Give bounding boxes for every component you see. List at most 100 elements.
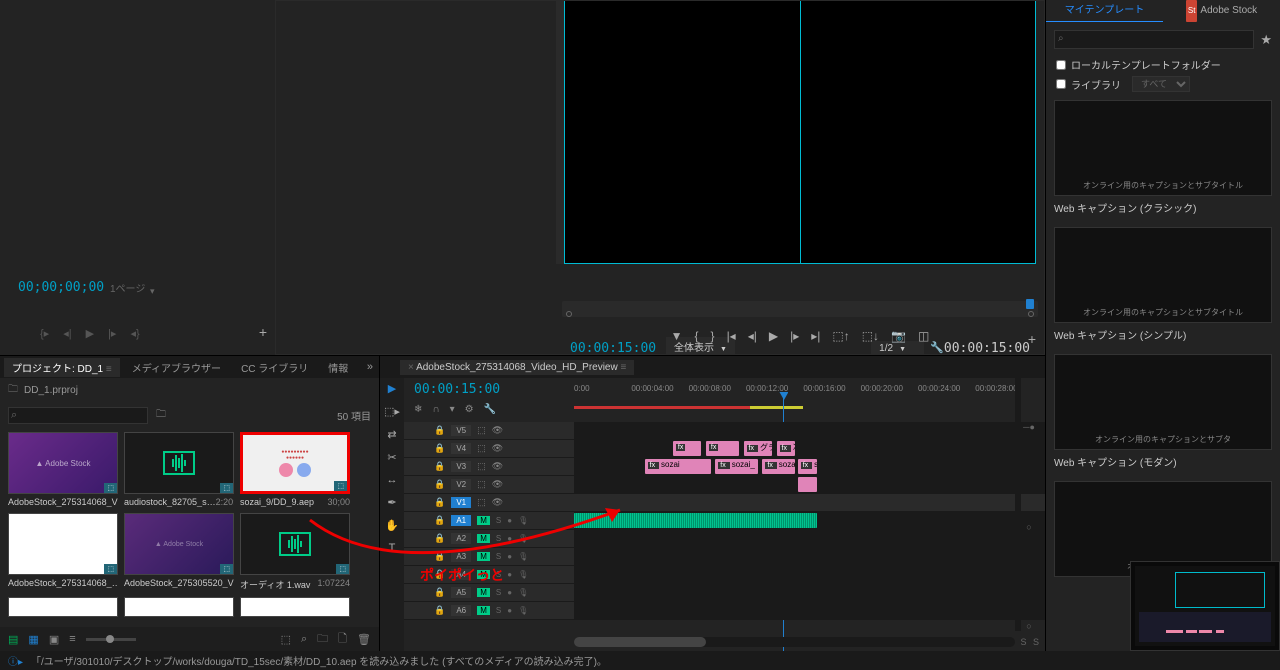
- solo-button[interactable]: S: [496, 570, 501, 579]
- clip[interactable]: sozai_9: [798, 459, 817, 474]
- add-button-icon[interactable]: +: [259, 324, 267, 340]
- export-frame-icon[interactable]: 📷: [891, 329, 906, 343]
- solo-button[interactable]: S: [496, 534, 501, 543]
- program-timeline-ruler[interactable]: [562, 301, 1038, 317]
- track-header[interactable]: 🔒A5MS●🎙: [404, 584, 574, 601]
- project-item[interactable]: ▲ Adobe Stock⬚AdobeStock_275305520_V…20:…: [124, 513, 234, 591]
- source-timecode[interactable]: 00;00;00;00: [18, 280, 104, 295]
- clip[interactable]: [798, 477, 817, 492]
- track-label[interactable]: A2: [451, 533, 471, 544]
- in-point-handle[interactable]: [566, 311, 572, 317]
- timeline-ruler[interactable]: 0:0000:00:04:0000:00:08:0000:00:12:0000:…: [574, 384, 1015, 416]
- track-lane[interactable]: [574, 548, 1045, 565]
- program-canvas[interactable]: [564, 1, 1036, 264]
- bin-icon[interactable]: 🗀: [8, 382, 18, 399]
- toggle-output-icon[interactable]: 👁: [492, 425, 503, 436]
- clip[interactable]: [574, 513, 817, 528]
- track-lane[interactable]: [574, 476, 1045, 493]
- clip[interactable]: 次: [777, 441, 796, 456]
- go-in-icon[interactable]: |◂: [727, 329, 736, 343]
- razor-tool-icon[interactable]: ✂: [387, 451, 396, 464]
- automate-icon[interactable]: ⬚: [281, 633, 291, 646]
- tab-project[interactable]: プロジェクト: DD_1: [4, 358, 120, 377]
- voiceover-icon[interactable]: ●: [507, 588, 512, 597]
- track-lane[interactable]: sozaisozai_sozai_4/sozai_9: [574, 458, 1045, 475]
- linked-selection-icon[interactable]: ∩: [432, 404, 439, 415]
- find-icon[interactable]: ⌕: [301, 633, 307, 646]
- out-point-handle[interactable]: [1028, 311, 1034, 317]
- new-bin-icon[interactable]: 🗀: [317, 630, 328, 649]
- lock-icon[interactable]: 🔒: [434, 443, 445, 454]
- track-label[interactable]: A4: [451, 569, 471, 580]
- step-fwd-icon[interactable]: |▸: [108, 327, 116, 340]
- track-header[interactable]: 🔒A3MS●🎙: [404, 548, 574, 565]
- wrench-icon[interactable]: 🔧: [484, 404, 496, 415]
- track-header[interactable]: 🔒V1⬚👁: [404, 494, 574, 511]
- mark-in-icon[interactable]: {▸: [40, 327, 49, 340]
- program-playhead[interactable]: [1026, 299, 1034, 309]
- track-lane[interactable]: [574, 584, 1045, 601]
- lock-icon[interactable]: 🔒: [434, 497, 445, 508]
- lift-icon[interactable]: ⬚↑: [832, 329, 849, 343]
- settings-icon[interactable]: ⚙: [465, 404, 474, 415]
- project-item[interactable]: ▲ Adobe Stock⬚AdobeStock_275314068_V…20:…: [8, 432, 118, 507]
- trash-icon[interactable]: 🗑: [357, 633, 371, 646]
- sort-icon[interactable]: ≡: [69, 633, 75, 645]
- mute-button[interactable]: M: [477, 534, 490, 543]
- timeline-scrollbar-h[interactable]: [574, 637, 1015, 647]
- add-marker-icon[interactable]: ▼: [671, 329, 683, 343]
- track-header[interactable]: 🔒V2⬚👁: [404, 476, 574, 493]
- voiceover-icon[interactable]: ●: [507, 570, 512, 579]
- lock-icon[interactable]: 🔒: [434, 551, 445, 562]
- track-header[interactable]: 🔒A6MS●🎙: [404, 602, 574, 619]
- button-editor-icon[interactable]: +: [1028, 331, 1036, 347]
- sync-lock-icon[interactable]: ⬚: [477, 425, 486, 436]
- snap-icon[interactable]: ❄: [414, 404, 422, 415]
- clip[interactable]: [706, 441, 739, 456]
- track-header[interactable]: 🔒V3⬚👁: [404, 458, 574, 475]
- mute-button[interactable]: M: [477, 516, 490, 525]
- collapse-icon[interactable]: ─●: [1023, 422, 1035, 432]
- track-lane[interactable]: [574, 422, 1045, 439]
- clip[interactable]: sozai_: [715, 459, 757, 474]
- track-header[interactable]: 🔒V4⬚👁: [404, 440, 574, 457]
- play-icon[interactable]: ▶: [769, 329, 778, 343]
- selection-tool-icon[interactable]: ▶: [388, 382, 396, 395]
- project-search-input[interactable]: [8, 407, 148, 424]
- voiceover-icon[interactable]: ●: [507, 606, 512, 615]
- track-header[interactable]: 🔒V5⬚👁: [404, 422, 574, 439]
- mic-icon[interactable]: 🎙: [518, 606, 528, 615]
- track-select-tool-icon[interactable]: ⬚▸: [384, 405, 400, 418]
- zoom-slider[interactable]: [86, 638, 136, 641]
- step-back-icon[interactable]: ◂|: [748, 329, 757, 343]
- slip-tool-icon[interactable]: ↔: [387, 474, 398, 486]
- track-lane[interactable]: [574, 494, 1045, 511]
- toggle-output-icon[interactable]: 👁: [492, 461, 503, 472]
- track-header[interactable]: 🔒A1MS●🎙: [404, 512, 574, 529]
- lock-icon[interactable]: 🔒: [434, 533, 445, 544]
- mic-icon[interactable]: 🎙: [518, 534, 528, 543]
- mic-icon[interactable]: 🎙: [518, 570, 528, 579]
- solo-button[interactable]: S: [496, 516, 501, 525]
- template-card[interactable]: オンライン用のキャプションとサブタイトルWeb キャプション (クラシック): [1054, 100, 1272, 219]
- step-back-icon[interactable]: ◂|: [63, 327, 71, 340]
- hand-tool-icon[interactable]: ✋: [385, 519, 399, 532]
- project-item[interactable]: ⬚AdobeStock_275314068_…15:00: [8, 513, 118, 591]
- mic-icon[interactable]: 🎙: [518, 552, 528, 561]
- track-lane[interactable]: [574, 512, 1045, 529]
- track-label[interactable]: A1: [451, 515, 471, 526]
- sync-lock-icon[interactable]: ⬚: [477, 479, 486, 490]
- local-templates-checkbox[interactable]: ローカルテンプレートフォルダー: [1056, 57, 1270, 72]
- mute-button[interactable]: M: [477, 588, 490, 597]
- sync-lock-icon[interactable]: ⬚: [477, 443, 486, 454]
- track-lane[interactable]: [574, 566, 1045, 583]
- extract-icon[interactable]: ⬚↓: [862, 329, 879, 343]
- track-header[interactable]: 🔒A4MS●🎙: [404, 566, 574, 583]
- sequence-tab[interactable]: AdobeStock_275314068_Video_HD_Preview: [400, 360, 634, 375]
- step-fwd-icon[interactable]: |▸: [790, 329, 799, 343]
- track-header[interactable]: 🔒A2MS●🎙: [404, 530, 574, 547]
- freeform-view-icon[interactable]: ▣: [49, 633, 59, 646]
- template-card[interactable]: オンライン用のキャプションとサブタWeb キャプション (モダン): [1054, 354, 1272, 473]
- lock-icon[interactable]: 🔒: [434, 569, 445, 580]
- project-item[interactable]: [124, 597, 234, 617]
